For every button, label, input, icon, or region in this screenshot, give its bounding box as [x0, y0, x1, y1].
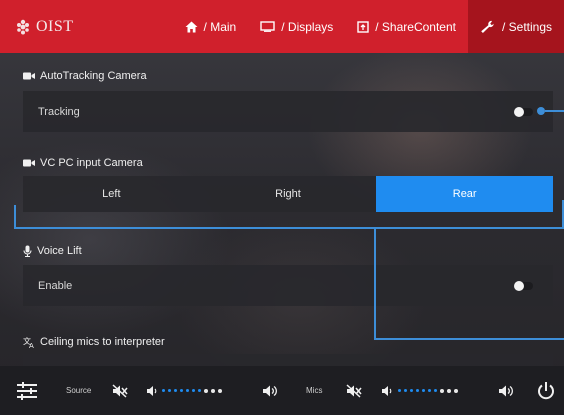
toggle-knob	[514, 106, 524, 117]
tracking-row: Tracking	[23, 91, 553, 132]
level-dot	[440, 388, 444, 393]
callout-dot	[537, 107, 545, 115]
voice-lift-row: Enable	[23, 265, 553, 306]
power-icon	[538, 381, 554, 399]
callout-line	[14, 227, 564, 229]
level-dot	[204, 388, 208, 393]
level-dot	[434, 389, 437, 392]
power-button[interactable]	[536, 381, 556, 401]
callout-line	[14, 205, 16, 229]
volume-down-icon	[382, 385, 392, 396]
source-label: Source	[66, 386, 92, 395]
level-dot	[174, 389, 177, 392]
speaker-mute-icon	[346, 383, 362, 398]
source-mute-button[interactable]	[112, 383, 128, 398]
voice-lift-toggle[interactable]	[514, 280, 533, 291]
camera-selector: Left Right Rear	[23, 176, 554, 212]
source-level-meter[interactable]	[162, 388, 222, 393]
footer-bar: Source Mics	[0, 366, 564, 415]
logo-text: OIST	[36, 17, 74, 35]
level-dot	[162, 389, 165, 392]
callout-line	[374, 338, 564, 340]
mics-level-meter[interactable]	[398, 388, 458, 393]
source-volume-up-button[interactable]	[262, 384, 278, 398]
camera-icon	[23, 72, 35, 80]
level-dot	[422, 389, 425, 392]
nav-tabs: / Main / Displays / ShareContent / Setti…	[173, 0, 564, 53]
mics-volume-down-button[interactable]	[381, 385, 393, 397]
level-dot	[198, 389, 201, 392]
sliders-icon	[17, 381, 37, 400]
level-dot	[218, 388, 222, 393]
volume-up-icon	[263, 385, 277, 396]
vc-input-title-text: VC PC input Camera	[40, 157, 143, 169]
level-dot	[410, 389, 413, 392]
tab-settings[interactable]: / Settings	[467, 0, 564, 53]
voice-lift-title: Voice Lift	[23, 245, 82, 257]
tracking-toggle[interactable]	[514, 106, 533, 117]
camera-right-button[interactable]: Right	[200, 176, 377, 212]
tab-sharecontent-label: / ShareContent	[375, 19, 456, 34]
display-icon	[260, 21, 275, 32]
tab-main-label: / Main	[203, 19, 237, 34]
autotracking-title-text: AutoTracking Camera	[40, 70, 147, 82]
tab-settings-label: / Settings	[501, 19, 552, 34]
header-bar: OIST / Main / Displays / ShareContent / …	[0, 0, 564, 53]
source-volume-down-button[interactable]	[146, 385, 158, 397]
tab-displays[interactable]: / Displays	[248, 0, 345, 53]
autotracking-title: AutoTracking Camera	[23, 70, 147, 82]
volume-up-icon	[499, 385, 513, 396]
vc-input-title: VC PC input Camera	[23, 157, 143, 169]
share-content-icon	[357, 20, 369, 33]
mixer-button[interactable]	[16, 381, 38, 401]
level-dot	[398, 389, 401, 392]
ceiling-mics-title-text: Ceiling mics to interpreter	[40, 336, 165, 348]
level-dot	[447, 388, 451, 393]
level-dot	[416, 389, 419, 392]
level-dot	[192, 389, 195, 392]
tracking-label: Tracking	[38, 105, 80, 118]
level-dot	[180, 389, 183, 392]
level-dot	[168, 389, 171, 392]
wrench-icon	[481, 20, 494, 33]
logo-icon	[17, 19, 29, 34]
volume-down-icon	[147, 385, 157, 396]
ceiling-mics-row	[23, 354, 553, 366]
level-dot	[404, 389, 407, 392]
tab-main[interactable]: / Main	[173, 0, 249, 53]
microphone-icon	[23, 245, 32, 257]
level-dot	[211, 388, 215, 393]
translate-icon: 文 A	[23, 337, 34, 348]
mics-volume-up-button[interactable]	[498, 384, 514, 398]
mics-mute-button[interactable]	[346, 383, 362, 398]
tab-displays-label: / Displays	[281, 19, 334, 34]
camera-left-button[interactable]: Left	[23, 176, 200, 212]
tab-sharecontent[interactable]: / ShareContent	[345, 0, 468, 53]
home-icon	[185, 21, 198, 32]
voice-lift-title-text: Voice Lift	[37, 245, 82, 257]
camera-icon	[23, 159, 35, 167]
camera-rear-button[interactable]: Rear	[376, 176, 554, 212]
logo: OIST	[14, 18, 162, 36]
ceiling-mics-title: 文 A Ceiling mics to interpreter	[23, 336, 165, 348]
toggle-knob	[514, 280, 524, 291]
level-dot	[186, 389, 189, 392]
mics-label: Mics	[306, 386, 323, 395]
level-dot	[428, 389, 431, 392]
speaker-mute-icon	[112, 383, 128, 398]
svg-text:A: A	[29, 342, 34, 348]
level-dot	[454, 388, 458, 393]
voice-lift-label: Enable	[38, 279, 73, 292]
callout-line	[545, 110, 564, 112]
callout-line	[374, 228, 376, 340]
